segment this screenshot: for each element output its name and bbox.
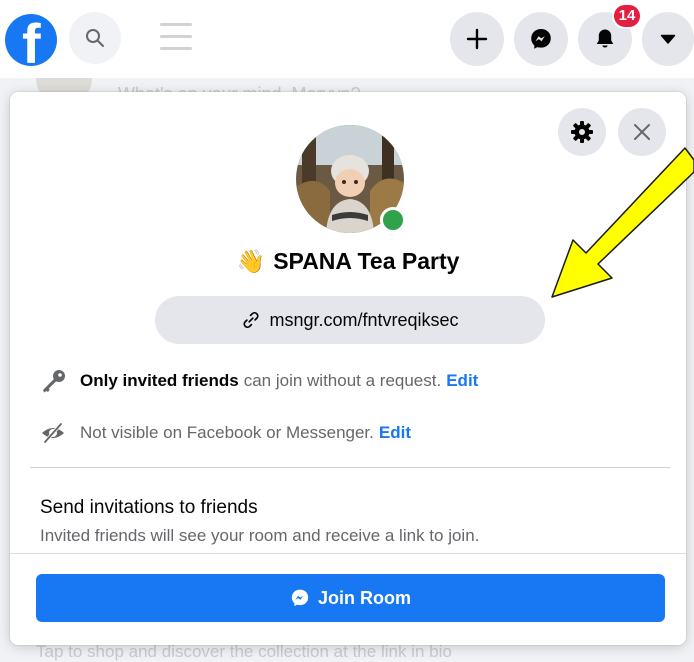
visibility-setting-row: Not visible on Facebook or Messenger. Ed… bbox=[40, 420, 411, 446]
facebook-logo[interactable]: f bbox=[5, 14, 57, 66]
invite-section-title[interactable]: Send invitations to friends bbox=[40, 497, 258, 519]
access-setting-row: Only invited friends can join without a … bbox=[40, 368, 478, 394]
top-navigation-bar: f 14 bbox=[0, 0, 694, 78]
caret-down-icon bbox=[660, 34, 676, 44]
menu-icon[interactable] bbox=[160, 23, 192, 51]
footer-divider bbox=[10, 553, 686, 554]
join-room-label: Join Room bbox=[318, 587, 411, 608]
visibility-setting-text: Not visible on Facebook or Messenger. bbox=[80, 423, 374, 442]
search-button[interactable] bbox=[69, 12, 121, 64]
bell-icon bbox=[596, 29, 614, 48]
room-name: SPANA Tea Party bbox=[273, 248, 460, 274]
account-menu-button[interactable] bbox=[642, 12, 694, 66]
notification-count-badge: 14 bbox=[612, 3, 642, 29]
messenger-icon bbox=[291, 589, 309, 607]
messenger-button[interactable] bbox=[514, 12, 568, 66]
section-divider bbox=[30, 467, 670, 468]
access-setting-bold: Only invited friends bbox=[80, 371, 239, 390]
visibility-edit-link[interactable]: Edit bbox=[379, 423, 411, 443]
access-edit-link[interactable]: Edit bbox=[446, 371, 478, 391]
invite-section-subtitle: Invited friends will see your room and r… bbox=[40, 526, 480, 545]
create-button[interactable] bbox=[450, 12, 504, 66]
access-setting-text: can join without a request. bbox=[243, 371, 442, 390]
eye-slash-icon bbox=[42, 422, 64, 444]
link-icon bbox=[243, 311, 259, 329]
room-link-button[interactable]: msngr.com/fntvreqiksec bbox=[155, 296, 545, 344]
join-room-button[interactable]: Join Room bbox=[36, 574, 665, 622]
background-post-text: Tap to shop and discover the collection … bbox=[36, 642, 452, 661]
messenger-icon bbox=[531, 29, 551, 49]
plus-icon bbox=[466, 28, 488, 50]
waving-hand-icon: 👋 bbox=[236, 249, 266, 275]
annotation-arrow bbox=[551, 147, 694, 298]
room-link-text: msngr.com/fntvreqiksec bbox=[269, 309, 459, 330]
online-status-indicator bbox=[380, 207, 406, 233]
search-icon bbox=[86, 29, 104, 47]
key-icon bbox=[43, 370, 65, 393]
